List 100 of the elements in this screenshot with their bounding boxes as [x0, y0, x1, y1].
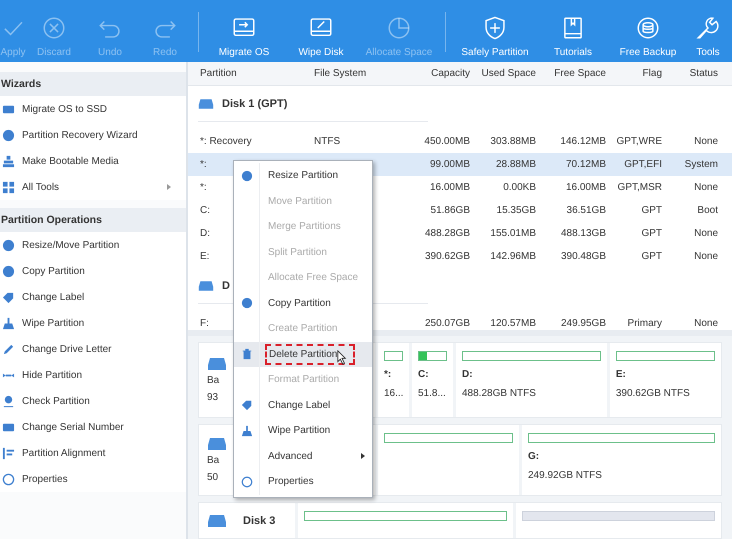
backup-icon: [635, 15, 661, 41]
tag-icon: [2, 290, 15, 304]
sidebar-item[interactable]: Migrate OS to SSD: [0, 96, 186, 122]
column-header[interactable]: File System: [314, 68, 366, 79]
table-cell: 303.88MB: [490, 136, 536, 147]
table-cell: 28.88MB: [496, 159, 536, 170]
trash-icon: [240, 348, 252, 360]
info-icon: [240, 476, 252, 488]
table-cell: *: Recovery: [200, 136, 252, 147]
menu-item[interactable]: Wipe Partition: [234, 418, 372, 444]
table-cell: 142.96MB: [490, 251, 536, 262]
disk-title: Disk 1 (GPT): [222, 98, 288, 110]
menu-item[interactable]: Change Label: [234, 392, 372, 418]
align-icon: [2, 446, 15, 460]
partition-size: 16...: [384, 388, 404, 399]
partition-size: 390.62GB NTFS: [616, 388, 690, 399]
table-cell: 70.12MB: [566, 159, 606, 170]
table-cell: *:: [200, 159, 207, 170]
table-cell: GPT: [641, 228, 662, 239]
table-cell: System: [684, 159, 718, 170]
table-cell: 146.12MB: [560, 136, 606, 147]
menu-item[interactable]: Properties: [234, 469, 372, 494]
tools-icon: [695, 15, 721, 41]
sidebar-item[interactable]: Partition Alignment: [0, 440, 186, 466]
table-cell: None: [694, 251, 718, 262]
table-cell: F:: [200, 318, 209, 329]
disk-info: Disk 3: [243, 514, 276, 526]
partition-letter: *:: [384, 369, 392, 380]
broom-icon: [240, 424, 252, 437]
table-cell: Primary: [628, 318, 662, 329]
column-header[interactable]: Status: [690, 68, 718, 79]
table-cell: 488.28GB: [424, 228, 470, 239]
sidebar-item[interactable]: Wipe Partition: [0, 310, 186, 336]
sidebar-item[interactable]: Check Partition: [0, 388, 186, 414]
sidebar-item[interactable]: All Tools: [0, 174, 186, 200]
partition-letter: D:: [462, 369, 473, 380]
tag-icon: [240, 399, 252, 412]
table-cell: 249.95GB: [560, 318, 606, 329]
partition-size: 249.92GB NTFS: [528, 470, 602, 481]
table-cell: Boot: [697, 205, 718, 216]
table-cell: 390.62GB: [424, 251, 470, 262]
disk-info: Ba: [207, 455, 220, 466]
sidebar-item[interactable]: Properties: [0, 466, 186, 492]
table-cell: None: [694, 318, 718, 329]
pencil-icon: [2, 342, 15, 356]
partition-letter: G:: [528, 451, 540, 462]
column-header[interactable]: Flag: [642, 68, 662, 79]
broom-icon: [2, 316, 15, 330]
menu-item[interactable]: Advanced: [234, 444, 372, 469]
mouse-pointer-icon: [337, 350, 347, 364]
table-cell: GPT: [641, 205, 662, 216]
table-cell: GPT,MSR: [618, 182, 662, 193]
sidebar-item[interactable]: Change Serial Number: [0, 414, 186, 440]
column-header[interactable]: Capacity: [431, 68, 470, 79]
sidebar-item[interactable]: Change Label: [0, 284, 186, 310]
table-cell: 450.00MB: [424, 136, 470, 147]
column-header[interactable]: Partition: [200, 68, 237, 79]
section-header: Wizards: [1, 78, 42, 90]
disk-title: D: [222, 280, 230, 292]
discard-icon: [41, 15, 67, 41]
table-cell: 488.13GB: [560, 228, 606, 239]
table-cell: C:: [200, 205, 210, 216]
table-cell: GPT,WRE: [616, 136, 662, 147]
table-cell: NTFS: [314, 136, 340, 147]
table-cell: 99.00MB: [430, 159, 470, 170]
table-cell: 390.48GB: [560, 251, 606, 262]
sidebar-item[interactable]: Copy Partition: [0, 258, 186, 284]
menu-item[interactable]: Copy Partition: [234, 290, 372, 316]
table-cell: None: [694, 228, 718, 239]
partition-letter: C:: [418, 369, 429, 380]
table-cell: E:: [200, 251, 210, 262]
table-cell: 155.01MB: [490, 228, 536, 239]
sidebar-item[interactable]: Partition Recovery Wizard: [0, 122, 186, 148]
disk-info: 50: [207, 472, 218, 483]
column-header[interactable]: Free Space: [554, 68, 606, 79]
sidebar-item[interactable]: Make Bootable Media: [0, 148, 186, 174]
grid-icon: [2, 180, 15, 194]
media-icon: [2, 154, 15, 168]
sidebar-item[interactable]: Resize/Move Partition: [0, 232, 186, 258]
sidebar-item[interactable]: Hide Partition: [0, 362, 186, 388]
table-cell: 16.00MB: [430, 182, 470, 193]
menu-item[interactable]: Delete Partition: [234, 342, 372, 367]
table-cell: None: [694, 182, 718, 193]
info-icon: [2, 472, 15, 486]
sidebar-item[interactable]: Change Drive Letter: [0, 336, 186, 362]
section-header: Partition Operations: [1, 214, 102, 226]
table-cell: D:: [200, 228, 210, 239]
table-cell: *:: [200, 182, 207, 193]
table-cell: GPT,EFI: [624, 159, 662, 170]
partition-size: 51.8...: [418, 388, 446, 399]
column-header[interactable]: Used Space: [482, 68, 536, 79]
table-cell: GPT: [641, 251, 662, 262]
table-cell: 250.07GB: [424, 318, 470, 329]
table-cell: None: [694, 136, 718, 147]
partition-size: 488.28GB NTFS: [462, 388, 536, 399]
table-cell: 120.57MB: [490, 318, 536, 329]
table-cell: 16.00MB: [566, 182, 606, 193]
table-cell: 51.86GB: [430, 205, 470, 216]
table-cell: 0.00KB: [503, 182, 536, 193]
table-cell: 36.51GB: [566, 205, 606, 216]
